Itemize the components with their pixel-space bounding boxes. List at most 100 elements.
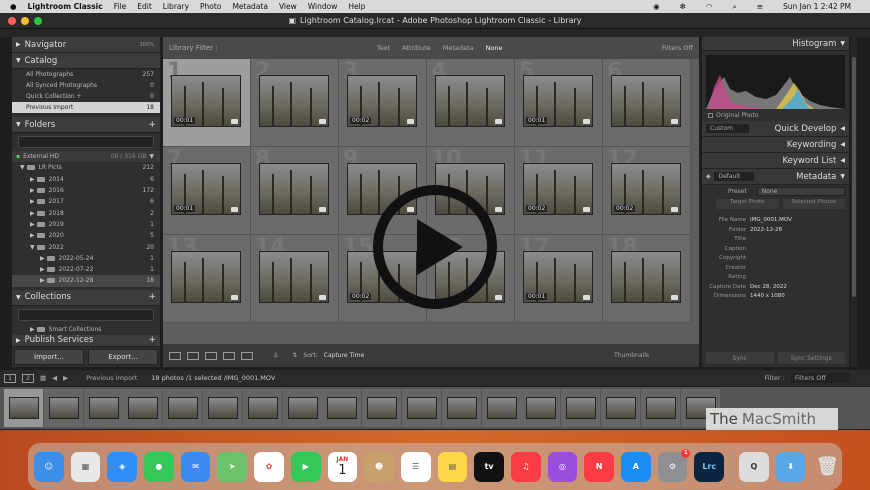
- grid-cell[interactable]: 5 00:01: [515, 59, 603, 147]
- podcasts-icon[interactable]: ◎: [547, 451, 578, 482]
- survey-view-icon[interactable]: [223, 351, 235, 360]
- metadata-row[interactable]: Folder 2022-12-28: [702, 227, 849, 237]
- photo-thumbnail[interactable]: 00:01: [171, 163, 241, 215]
- menu-app[interactable]: Lightroom Classic: [28, 2, 103, 11]
- catalog-item[interactable]: All Synced Photographs 0: [12, 80, 160, 91]
- folder-row-selected[interactable]: ▶ 2022-12-28 18: [12, 275, 160, 287]
- filmstrip-thumbnail[interactable]: [561, 389, 601, 427]
- folder-search-input[interactable]: [18, 136, 154, 148]
- filmstrip-filter-menu[interactable]: Filters Off: [790, 373, 850, 383]
- grid-view-icon[interactable]: [169, 351, 181, 360]
- clock[interactable]: Sun Jan 1 2:42 PM: [783, 2, 851, 11]
- quick-develop-header[interactable]: Custom Quick Develop ◀: [702, 121, 849, 137]
- disclosure-icon[interactable]: ▶: [30, 176, 35, 183]
- catalog-item[interactable]: All Photographs 257: [12, 69, 160, 80]
- messages-icon[interactable]: ●: [144, 451, 174, 482]
- launchpad-icon[interactable]: ▦: [70, 451, 101, 482]
- filmstrip-thumbnail[interactable]: [441, 389, 481, 427]
- filters-off-menu[interactable]: Filters Off: [662, 44, 693, 52]
- photo-thumbnail[interactable]: 00:02: [523, 163, 593, 215]
- filmstrip-thumbnail[interactable]: [43, 389, 83, 427]
- grid-cell[interactable]: 7 00:01: [163, 147, 251, 235]
- photo-thumbnail[interactable]: [435, 75, 505, 127]
- people-view-icon[interactable]: [241, 351, 253, 360]
- metadata-row[interactable]: Caption: [702, 246, 849, 256]
- metadata-row[interactable]: Capture Date Dec 28, 2022: [702, 284, 849, 294]
- disclosure-icon[interactable]: ▶: [30, 210, 35, 217]
- add-publish-icon[interactable]: +: [148, 335, 156, 345]
- filmstrip-thumbnail[interactable]: [242, 389, 282, 427]
- back-arrow-icon[interactable]: ◀: [52, 374, 57, 382]
- sort-value-menu[interactable]: Capture Time: [324, 352, 364, 359]
- video-play-overlay[interactable]: [373, 185, 497, 309]
- drive-menu-icon[interactable]: ▼: [149, 153, 154, 160]
- grid-cell[interactable]: 4: [427, 59, 515, 147]
- saved-preset-menu[interactable]: Custom: [706, 124, 749, 133]
- selected-photos-button[interactable]: Selected Photos: [782, 199, 845, 209]
- export-button[interactable]: Export...: [88, 349, 158, 365]
- target-photo-button[interactable]: Target Photo: [716, 199, 779, 209]
- painter-icon[interactable]: ♙: [273, 352, 278, 359]
- disclosure-icon[interactable]: ▼: [20, 164, 25, 171]
- photo-thumbnail[interactable]: 00:01: [523, 75, 593, 127]
- creative-cloud-icon[interactable]: ◉: [653, 2, 660, 11]
- filmstrip-thumbnail[interactable]: [640, 389, 680, 427]
- quicktime-icon[interactable]: Q: [739, 451, 769, 482]
- folder-row[interactable]: ▶ 2018 2: [12, 207, 160, 218]
- filter-none-tab[interactable]: None: [486, 44, 503, 52]
- control-center-icon[interactable]: ≡: [757, 2, 763, 11]
- import-button[interactable]: Import...: [14, 349, 84, 365]
- secondary-display-1[interactable]: 1: [4, 373, 16, 383]
- grid-cell[interactable]: 8: [251, 147, 339, 235]
- notes-icon[interactable]: ▤: [437, 451, 468, 482]
- metadata-row[interactable]: Copyright: [702, 255, 849, 265]
- apple-icon[interactable]: ●: [10, 2, 17, 11]
- folder-row[interactable]: ▶ 2019 1: [12, 219, 160, 230]
- menu-library[interactable]: Library: [163, 2, 189, 11]
- folder-row[interactable]: ▶ 2022-07-22 1: [12, 264, 160, 275]
- filmstrip-thumbnail[interactable]: [4, 389, 43, 427]
- finder-icon[interactable]: ☺: [34, 451, 64, 482]
- metadata-row[interactable]: Dimensions 1440 x 1080: [702, 293, 849, 303]
- catalog-item[interactable]: Quick Collection + 0: [12, 91, 160, 102]
- sort-direction-icon[interactable]: ⇅: [292, 352, 297, 359]
- system-preferences-icon[interactable]: ⚙ 1: [657, 448, 691, 482]
- drive-row[interactable]: ▪ External HD 00 / 316 GB ▼: [12, 151, 160, 163]
- folder-row[interactable]: ▶ 2022-05-24 1: [12, 253, 160, 264]
- photo-thumbnail[interactable]: [611, 251, 681, 303]
- navigator-header[interactable]: ▶ Navigator 100%: [12, 37, 160, 53]
- smart-collections-row[interactable]: ▶ Smart Collections: [12, 324, 160, 335]
- metadata-view-menu[interactable]: Default: [714, 172, 755, 181]
- menu-file[interactable]: File: [114, 2, 127, 11]
- catalog-header[interactable]: ▼ Catalog: [12, 53, 160, 69]
- grid-cell[interactable]: 11 00:02: [515, 147, 603, 235]
- filmstrip-thumbnail[interactable]: [521, 389, 561, 427]
- filter-metadata-tab[interactable]: Metadata: [443, 44, 474, 52]
- disclosure-icon[interactable]: ▶: [30, 232, 35, 239]
- photo-thumbnail[interactable]: 00:01: [171, 75, 241, 127]
- original-photo-checkbox[interactable]: [708, 112, 713, 118]
- metadata-row[interactable]: File Name IMG_0001.MOV: [702, 217, 849, 227]
- grid-cell[interactable]: 12 00:02: [603, 147, 691, 235]
- photo-thumbnail[interactable]: 00:02: [611, 163, 681, 215]
- disclosure-icon[interactable]: ▼: [30, 244, 35, 251]
- menu-metadata[interactable]: Metadata: [232, 2, 268, 11]
- music-icon[interactable]: ♫: [510, 451, 541, 482]
- photo-thumbnail[interactable]: 00:01: [523, 251, 593, 303]
- forward-arrow-icon[interactable]: ▶: [63, 374, 68, 382]
- keyword-list-header[interactable]: Keyword List ◀: [702, 153, 849, 169]
- close-window-button[interactable]: [8, 17, 16, 25]
- grid-cell[interactable]: 2: [251, 59, 339, 147]
- grid-cell[interactable]: 3 00:02: [339, 59, 427, 147]
- calendar-icon[interactable]: JAN 1: [327, 451, 358, 482]
- folder-row[interactable]: ▼ LR Picts 212: [12, 162, 160, 173]
- menu-photo[interactable]: Photo: [200, 2, 221, 11]
- metadata-lock-icon[interactable]: ◆: [706, 173, 711, 180]
- grid-cell[interactable]: 1 00:01: [163, 59, 251, 147]
- wifi-icon[interactable]: ◠: [706, 2, 713, 11]
- histogram-header[interactable]: Histogram ▼: [702, 37, 849, 51]
- folders-header[interactable]: ▼ Folders +: [12, 117, 160, 133]
- safari-icon[interactable]: ◈: [107, 451, 138, 482]
- filmstrip-thumbnail[interactable]: [83, 389, 123, 427]
- news-icon[interactable]: N: [584, 451, 614, 482]
